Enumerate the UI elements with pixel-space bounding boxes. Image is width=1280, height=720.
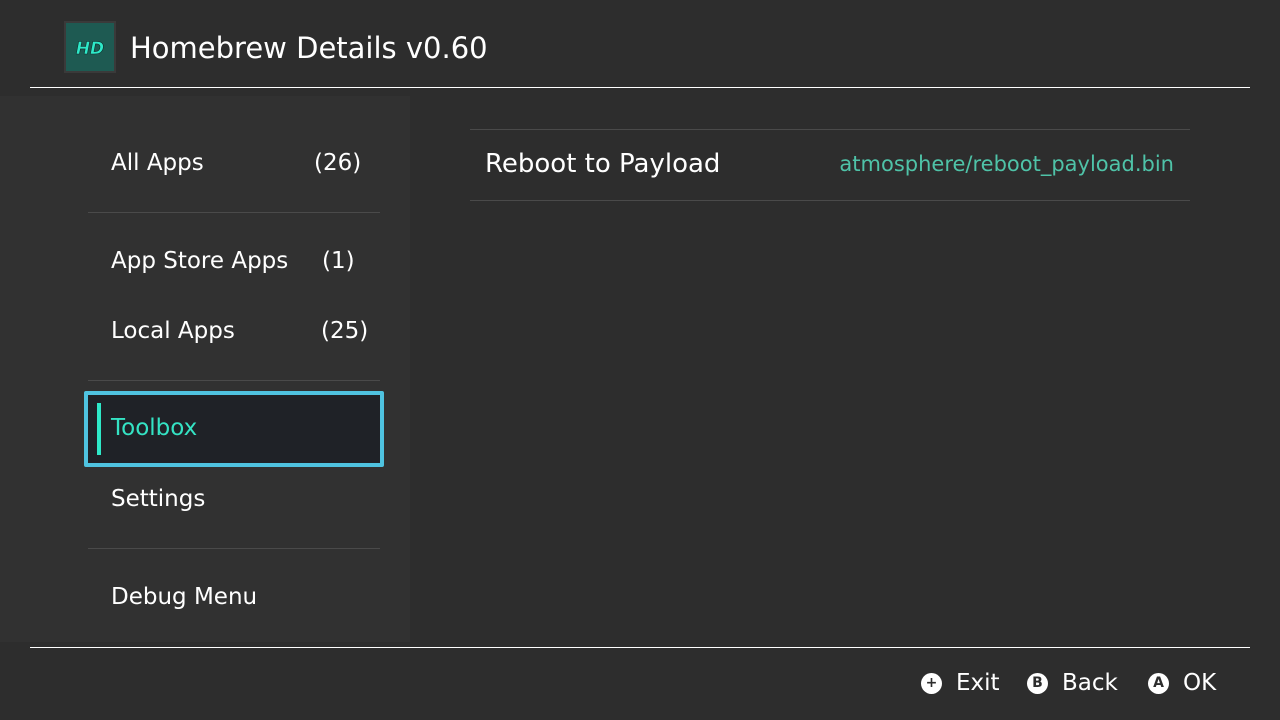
sidebar-divider [88, 212, 380, 213]
b-button-icon: B [1027, 672, 1048, 694]
sidebar-item-label: Local Apps [111, 318, 235, 344]
footer-divider [30, 647, 1250, 648]
exit-button-label: Exit [956, 670, 1000, 696]
sidebar-divider [88, 380, 380, 381]
sidebar-item-label: Debug Menu [111, 584, 258, 610]
list-item-label[interactable]: Reboot to Payload [485, 144, 720, 184]
sidebar-item-count: (1) [322, 248, 355, 274]
page-title: Homebrew Details v0.60 [130, 31, 488, 65]
sidebar-item-debug-menu[interactable]: Debug Menu [111, 577, 257, 617]
header-divider [30, 87, 1250, 88]
sidebar-item-label: Toolbox [111, 415, 198, 441]
sidebar-item-settings[interactable]: Settings [111, 479, 205, 519]
back-button-label: Back [1062, 670, 1118, 696]
sidebar-item-count: (25) [321, 318, 369, 344]
back-button[interactable]: B Back [1027, 663, 1118, 703]
list-divider [470, 200, 1190, 201]
sidebar-item-label: App Store Apps [111, 248, 289, 274]
list-divider [470, 129, 1190, 130]
ok-button[interactable]: A OK [1148, 663, 1216, 703]
hd-logo-icon: HD [76, 39, 105, 60]
app-header: HD Homebrew Details v0.60 [0, 0, 1280, 88]
sidebar-item-all-apps[interactable]: All Apps (26) [111, 143, 361, 183]
sidebar-item-label: All Apps [111, 150, 204, 176]
sidebar-item-count: (26) [314, 150, 362, 176]
plus-button-icon: + [921, 672, 942, 694]
logo-text: HD [76, 39, 104, 59]
sidebar-item-local-apps[interactable]: Local Apps (25) [111, 311, 368, 351]
ok-button-label: OK [1183, 670, 1217, 696]
selection-indicator-bar [97, 403, 101, 455]
app-logo: HD [64, 21, 116, 73]
sidebar-divider [88, 548, 380, 549]
sidebar-item-label: Settings [111, 486, 206, 512]
sidebar-item-toolbox[interactable]: Toolbox [111, 408, 197, 448]
a-button-icon: A [1148, 672, 1169, 694]
list-item-value: atmosphere/reboot_payload.bin [839, 152, 1174, 176]
sidebar-item-app-store-apps[interactable]: App Store Apps (1) [111, 241, 355, 281]
exit-button[interactable]: + Exit [921, 663, 1000, 703]
